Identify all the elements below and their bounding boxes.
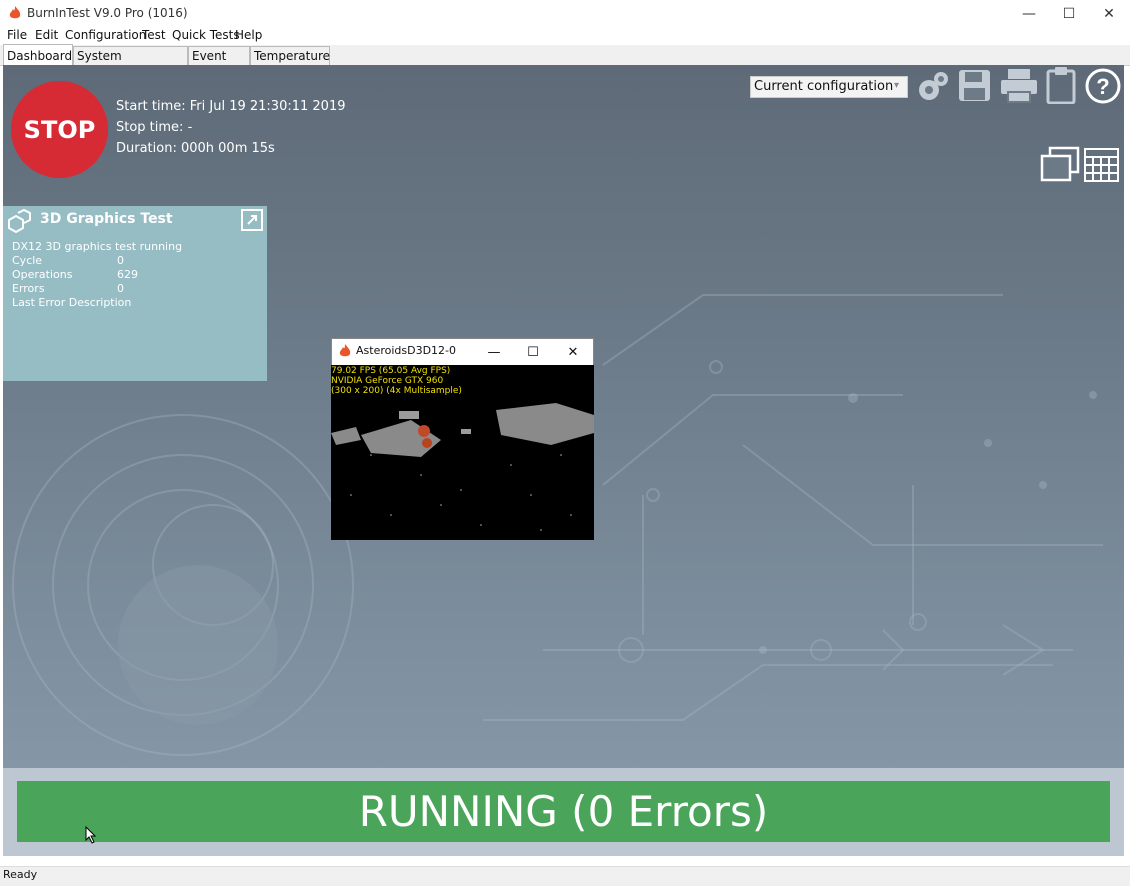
svg-text:?: ? <box>1096 74 1109 99</box>
grid-icon[interactable] <box>1084 148 1120 184</box>
row-value-cycle: 0 <box>117 254 124 267</box>
expand-icon[interactable] <box>241 209 263 231</box>
asteroids-maximize-button[interactable]: ☐ <box>513 339 553 365</box>
close-button[interactable]: ✕ <box>1086 0 1130 27</box>
status-text: Ready <box>3 868 38 881</box>
panel-title: 3D Graphics Test <box>40 211 173 227</box>
help-icon[interactable]: ? <box>1084 67 1122 105</box>
tab-temperature[interactable]: Temperature <box>250 46 330 65</box>
tab-dashboard[interactable]: Dashboard <box>3 44 73 66</box>
asteroids-close-button[interactable]: ✕ <box>553 339 593 365</box>
menu-edit[interactable]: Edit <box>35 28 58 42</box>
running-status-banner: RUNNING (0 Errors) <box>17 781 1110 842</box>
save-icon[interactable] <box>958 69 992 103</box>
row-label-last-error: Last Error Description <box>12 296 132 309</box>
row-value-operations: 629 <box>117 268 138 281</box>
asteroids-mode: (300 x 200) (4x Multisample) <box>331 386 462 396</box>
stop-button[interactable]: STOP <box>11 81 108 178</box>
clipboard-icon[interactable] <box>1046 66 1076 104</box>
asteroids-minimize-button[interactable]: — <box>474 339 514 365</box>
tab-system-information[interactable]: System Information <box>73 46 188 82</box>
test-status: DX12 3D graphics test running <box>12 240 183 253</box>
start-time: Start time: Fri Jul 19 21:30:11 2019 <box>116 99 346 114</box>
configuration-select[interactable]: Current configuration <box>750 76 908 98</box>
flame-icon <box>9 6 21 19</box>
row-label-errors: Errors <box>12 282 45 295</box>
row-value-errors: 0 <box>117 282 124 295</box>
menu-test[interactable]: Test <box>142 28 166 42</box>
window-title: BurnInTest V9.0 Pro (1016) <box>27 6 188 20</box>
stop-time: Stop time: - <box>116 120 193 135</box>
row-label-cycle: Cycle <box>12 254 43 267</box>
asteroids-gpu: NVIDIA GeForce GTX 960 <box>331 376 444 386</box>
menu-bar <box>0 27 1130 45</box>
menu-configuration[interactable]: Configuration <box>65 28 146 42</box>
cursor-icon <box>85 826 97 844</box>
printer-icon[interactable] <box>1000 68 1038 104</box>
flame-icon <box>339 344 351 357</box>
window-icon[interactable] <box>1040 146 1080 184</box>
gear-icon[interactable] <box>913 68 951 106</box>
cubes-icon <box>8 208 31 234</box>
duration: Duration: 000h 00m 15s <box>116 141 275 156</box>
tab-event-log[interactable]: Event Log <box>188 46 250 82</box>
asteroids-title: AsteroidsD3D12-0 <box>356 344 457 357</box>
status-bar <box>0 866 1130 886</box>
asteroids-fps: 79.02 FPS (65.05 Avg FPS) <box>331 366 451 376</box>
chevron-down-icon: ▾ <box>894 80 900 91</box>
menu-file[interactable]: File <box>7 28 27 42</box>
menu-quick-tests[interactable]: Quick Tests <box>172 28 240 42</box>
menu-help[interactable]: Help <box>235 28 262 42</box>
row-label-operations: Operations <box>12 268 73 281</box>
